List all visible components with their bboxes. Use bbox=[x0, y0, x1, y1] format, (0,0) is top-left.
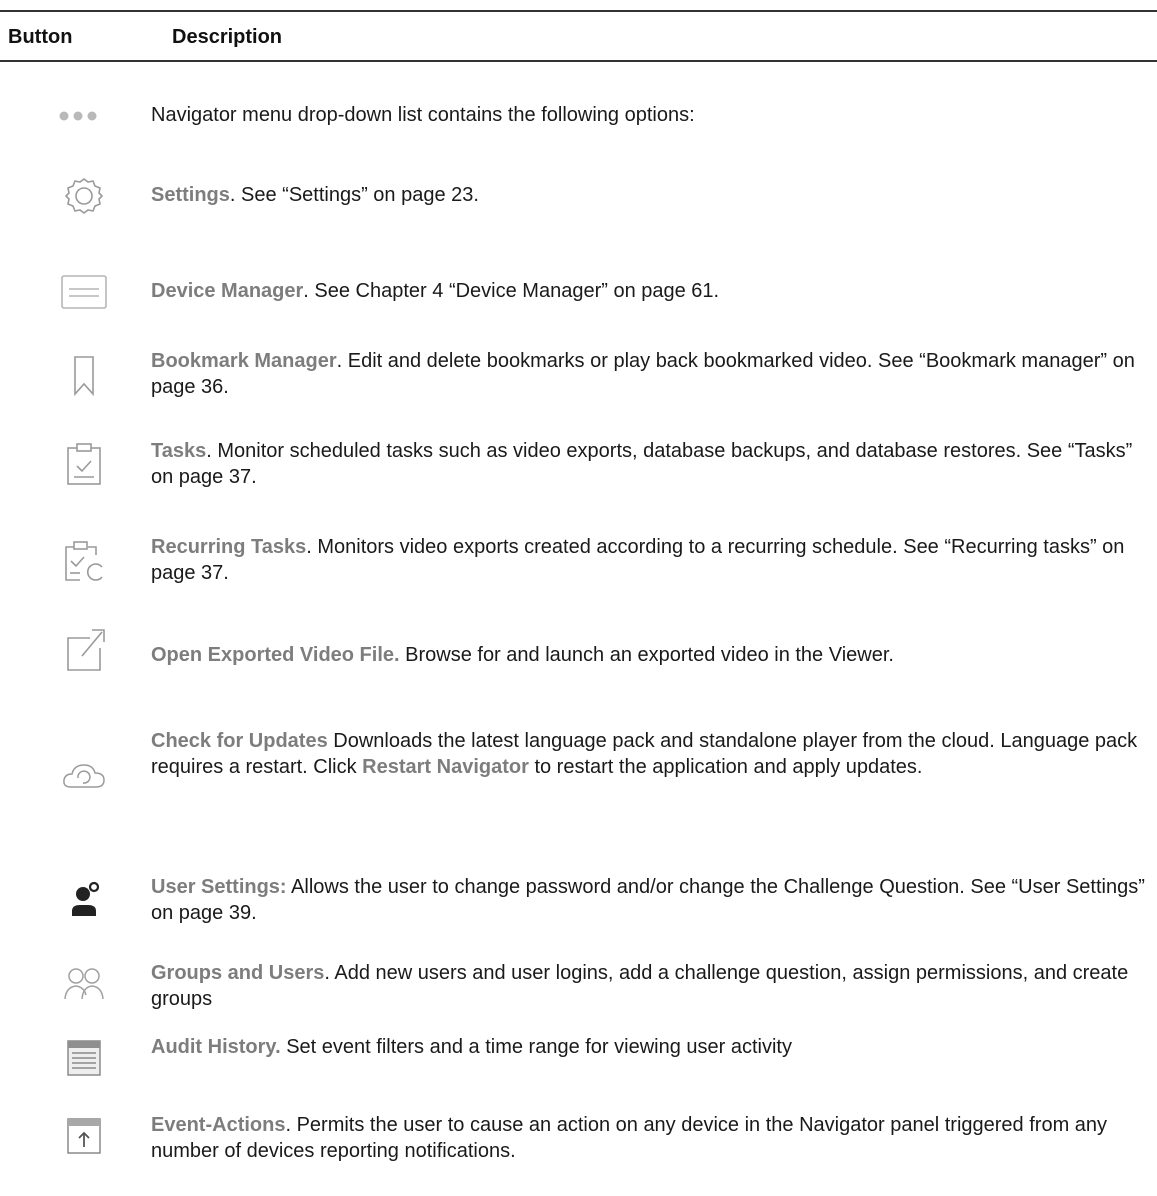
users-group-icon[interactable] bbox=[52, 962, 116, 1006]
device-manager-icon[interactable] bbox=[52, 270, 116, 314]
clipboard-check-icon[interactable] bbox=[52, 442, 116, 486]
row-description: Navigator menu drop-down list contains t… bbox=[151, 104, 695, 126]
row-description: Audit History. Set event filters and a t… bbox=[151, 1036, 792, 1058]
row-description: Device Manager. See Chapter 4 “Device Ma… bbox=[151, 280, 720, 302]
more-dots-icon[interactable] bbox=[52, 94, 116, 138]
row-description: Open Exported Video File. Browse for and… bbox=[151, 644, 894, 666]
row-description: Recurring Tasks. Monitors video exports … bbox=[151, 536, 1125, 584]
header-button: Button bbox=[8, 26, 73, 48]
user-settings-icon[interactable] bbox=[52, 878, 116, 922]
row-description: Groups and Users. Add new users and user… bbox=[151, 962, 1129, 1010]
event-actions-icon[interactable] bbox=[52, 1114, 116, 1158]
cloud-refresh-icon[interactable] bbox=[52, 754, 116, 798]
top-rule bbox=[0, 10, 1157, 12]
gear-icon[interactable] bbox=[52, 174, 116, 218]
row-description: Check for Updates Downloads the latest l… bbox=[151, 730, 1138, 778]
row-description: Event-Actions. Permits the user to cause… bbox=[151, 1114, 1108, 1162]
bookmark-icon[interactable] bbox=[52, 354, 116, 398]
open-external-icon[interactable] bbox=[52, 628, 116, 672]
row-description: User Settings: Allows the user to change… bbox=[151, 876, 1145, 924]
row-description: Settings. See “Settings” on page 23. bbox=[151, 184, 479, 206]
row-description: Bookmark Manager. Edit and delete bookma… bbox=[151, 350, 1135, 398]
row-description: Tasks. Monitor scheduled tasks such as v… bbox=[151, 440, 1133, 488]
restart-navigator-label: Restart Navigator bbox=[362, 756, 529, 778]
recurring-tasks-icon[interactable] bbox=[52, 538, 116, 582]
header-description: Description bbox=[172, 26, 283, 48]
audit-history-icon[interactable] bbox=[52, 1036, 116, 1080]
header-rule bbox=[0, 60, 1157, 62]
